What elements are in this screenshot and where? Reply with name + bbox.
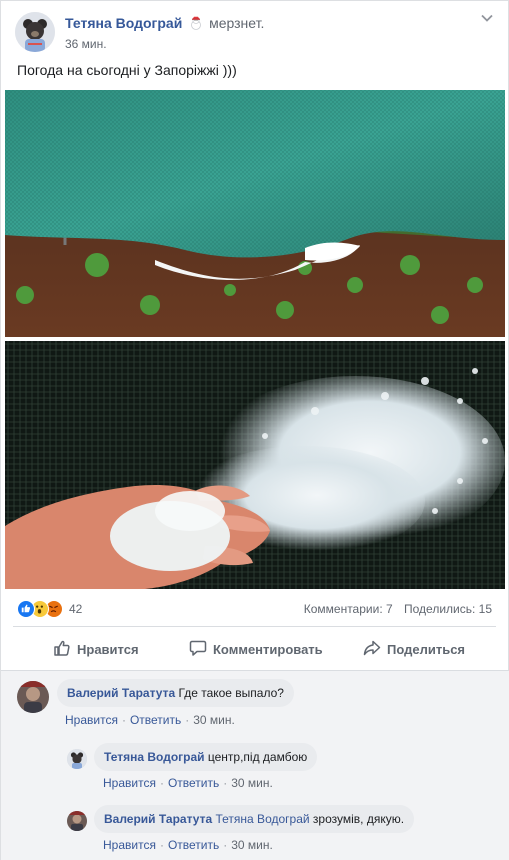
reply-reply-link[interactable]: Ответить [168, 776, 219, 790]
feeling-text: мерзнет. [209, 15, 265, 31]
comment-text: Где такое выпало? [178, 686, 284, 700]
reply-actions: Нравится · Ответить · 30 мин. [103, 838, 273, 852]
reply-actions: Нравится · Ответить · 30 мин. [103, 776, 273, 790]
author-line: Тетяна Водограй мерзнет. [65, 15, 264, 33]
comment-reply-link[interactable]: Ответить [130, 713, 181, 727]
reply-time[interactable]: 30 мин. [231, 776, 273, 790]
comment-bubble-icon [189, 639, 213, 660]
comment-like-link[interactable]: Нравится [65, 713, 118, 727]
reply-bubble: Валерий Таратута Тетяна Водограй зрозумі… [94, 805, 415, 833]
comment-author[interactable]: Валерий Таратута [67, 686, 175, 700]
reply-avatar[interactable] [67, 811, 87, 831]
reply-like-link[interactable]: Нравится [103, 776, 156, 790]
reply-reply-link[interactable]: Ответить [168, 838, 219, 852]
divider [13, 626, 496, 627]
reply-mention[interactable]: Тетяна Водограй [216, 812, 310, 826]
share-button[interactable]: Поделиться [363, 635, 465, 663]
post-stats: Комментарии: 7 Поделились: 15 [304, 602, 492, 616]
comment-time[interactable]: 30 мин. [193, 713, 235, 727]
chevron-down-icon[interactable] [480, 11, 494, 25]
reply-text: зрозумів, дякую. [312, 812, 405, 826]
author-name[interactable]: Тетяна Водограй [65, 15, 182, 31]
post-photo-garden-net[interactable] [5, 90, 505, 337]
reply-author[interactable]: Валерий Таратута [104, 812, 212, 826]
like-reaction-icon [17, 600, 35, 618]
share-arrow-icon [363, 639, 387, 660]
reactions-summary[interactable]: 42 [17, 599, 82, 619]
post-photo-hail-hand[interactable] [5, 341, 505, 589]
reply-avatar[interactable] [67, 749, 87, 769]
post-timestamp[interactable]: 36 мин. [65, 37, 107, 51]
commenter-avatar[interactable] [17, 681, 49, 713]
comment-label: Комментировать [213, 641, 323, 657]
post-text: Погода на сьогодні у Запоріжжі ))) [17, 62, 237, 78]
share-label: Поделиться [387, 641, 466, 657]
like-button[interactable]: Нравится [53, 635, 139, 663]
snowman-icon [189, 16, 203, 33]
reply-author[interactable]: Тетяна Водограй [104, 750, 205, 764]
comments-count-link[interactable]: Комментарии: 7 [304, 602, 393, 616]
shares-count-link[interactable]: Поделились: 15 [404, 602, 492, 616]
comment-actions: Нравится · Ответить · 30 мин. [65, 713, 235, 727]
comment-bubble: Валерий Таратута Где такое выпало? [57, 679, 294, 707]
comment-button[interactable]: Комментировать [189, 635, 323, 663]
reply-bubble: Тетяна Водограй центр,під дамбою [94, 743, 318, 771]
thumbs-up-icon [53, 639, 77, 660]
like-label: Нравится [77, 641, 139, 657]
facebook-post: Тетяна Водограй мерзнет. 36 мин. Погода … [0, 0, 509, 860]
reply-time[interactable]: 30 мин. [231, 838, 273, 852]
author-avatar[interactable] [15, 12, 55, 52]
comments-section: Валерий Таратута Где такое выпало? Нрави… [1, 670, 509, 860]
reply-text: центр,під дамбою [207, 750, 308, 764]
reply-like-link[interactable]: Нравится [103, 838, 156, 852]
reaction-count: 42 [69, 602, 83, 616]
